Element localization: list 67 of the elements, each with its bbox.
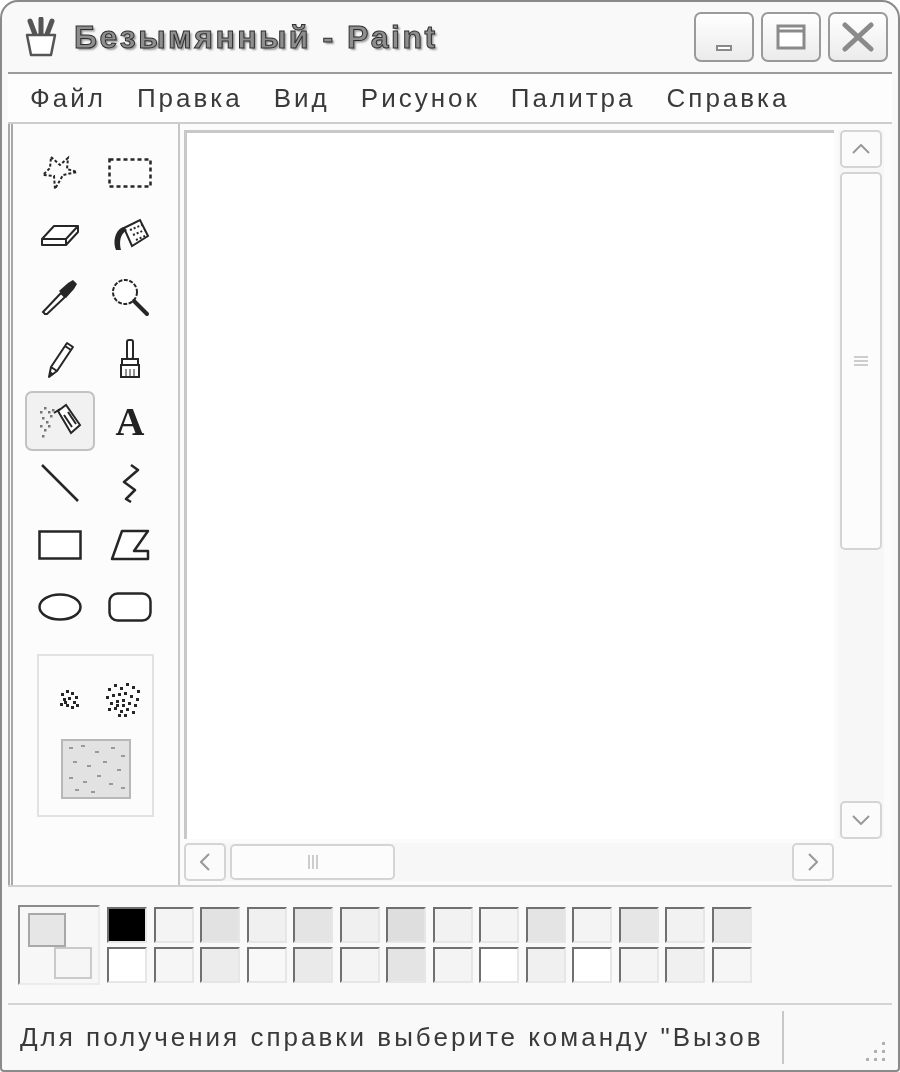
color-swatch[interactable] xyxy=(525,947,566,983)
color-swatch[interactable] xyxy=(246,947,287,983)
color-swatch[interactable] xyxy=(432,907,473,943)
color-swatch[interactable] xyxy=(665,947,705,983)
minimize-icon xyxy=(716,45,732,51)
color-swatch[interactable] xyxy=(293,907,333,943)
chevron-right-icon xyxy=(808,853,818,871)
polygon-icon xyxy=(110,529,150,561)
color-swatch[interactable] xyxy=(386,907,426,943)
chevron-left-icon xyxy=(200,853,210,871)
status-text: Для получения справки выберите команду "Вызов xyxy=(20,1022,764,1053)
color-swatch[interactable] xyxy=(711,947,752,983)
color-swatch[interactable] xyxy=(665,907,705,943)
magnifier-icon xyxy=(110,277,150,317)
menu-item[interactable]: Правка xyxy=(136,82,243,114)
dashed-rectangle-icon xyxy=(108,158,152,188)
maximize-button[interactable] xyxy=(761,12,821,62)
spray-can-icon xyxy=(38,403,82,439)
text-tool-button[interactable]: A xyxy=(95,391,165,451)
grip-lines-icon xyxy=(307,855,318,869)
menu-item[interactable]: Файл xyxy=(30,82,106,114)
color-swatch[interactable] xyxy=(479,947,519,983)
color-swatch[interactable] xyxy=(618,947,659,983)
tool-button[interactable] xyxy=(25,391,95,451)
close-icon xyxy=(842,22,874,52)
menu-item[interactable]: Палитра xyxy=(510,82,636,114)
menu-item[interactable]: Рисунок xyxy=(360,82,480,114)
color-swatch[interactable] xyxy=(572,907,612,943)
spray-dots-icon xyxy=(57,687,82,711)
menu-item[interactable]: Вид xyxy=(273,82,330,114)
color-swatch[interactable] xyxy=(200,947,240,983)
color-swatch[interactable] xyxy=(386,947,426,983)
rounded-rectangle-icon xyxy=(108,592,152,622)
menu-item[interactable]: Справка xyxy=(666,82,790,114)
color-swatch[interactable] xyxy=(339,947,380,983)
color-swatch[interactable] xyxy=(339,907,380,943)
eyedropper-icon xyxy=(41,278,79,316)
color-swatch[interactable] xyxy=(200,907,240,943)
color-swatch[interactable] xyxy=(246,907,287,943)
spray-pattern-icon xyxy=(60,738,131,799)
color-swatch[interactable] xyxy=(153,907,194,943)
ellipse-icon xyxy=(38,593,82,621)
color-swatch[interactable] xyxy=(153,947,194,983)
chevron-down-icon xyxy=(852,815,870,825)
color-swatch[interactable] xyxy=(711,907,752,943)
color-swatch[interactable] xyxy=(618,907,659,943)
color-swatch[interactable] xyxy=(432,947,473,983)
chevron-up-icon xyxy=(852,144,870,154)
maximize-icon xyxy=(776,24,806,50)
color-swatch[interactable] xyxy=(107,947,147,983)
diagonal-line-icon xyxy=(40,463,80,503)
pencil-icon xyxy=(45,339,75,379)
window-title: Безымянный - Paint xyxy=(74,18,438,56)
scrollbar-thumb[interactable] xyxy=(230,844,395,880)
eraser-icon xyxy=(40,223,80,247)
dashed-star-icon xyxy=(41,155,79,191)
brush-icon xyxy=(118,339,142,379)
grip-lines-icon xyxy=(854,356,868,366)
color-swatch[interactable] xyxy=(572,947,612,983)
color-swatch[interactable] xyxy=(293,947,333,983)
color-swatch[interactable] xyxy=(479,907,519,943)
close-button[interactable] xyxy=(828,12,888,62)
color-swatch[interactable] xyxy=(525,907,566,943)
minimize-button[interactable] xyxy=(694,12,754,62)
scrollbar-thumb[interactable] xyxy=(840,172,882,550)
color-swatch[interactable] xyxy=(107,907,147,943)
rectangle-icon xyxy=(38,530,82,560)
